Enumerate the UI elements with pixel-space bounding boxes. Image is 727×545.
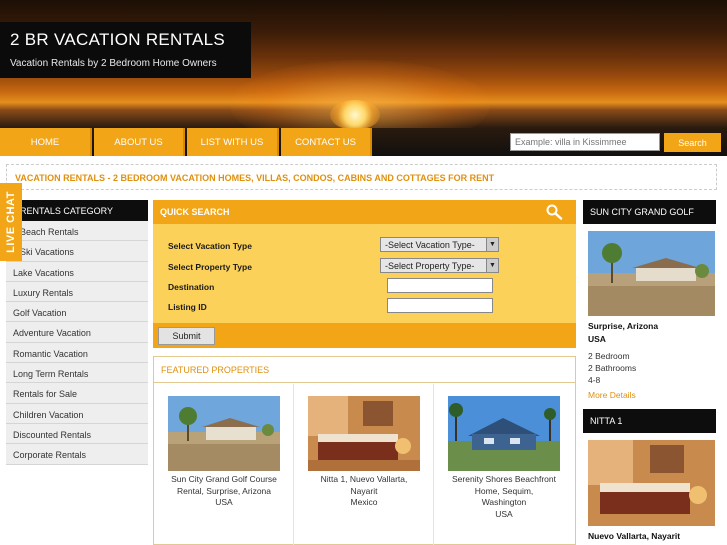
listing-country: USA bbox=[583, 334, 716, 344]
destination-label: Destination bbox=[168, 282, 215, 292]
sidebar-heading: RENTALS CATEGORY bbox=[6, 200, 148, 221]
vacation-type-select[interactable]: -Select Vacation Type- ▼ bbox=[380, 237, 499, 252]
caption-line: Nayarit bbox=[350, 485, 378, 496]
caption-line: Home, Sequim, bbox=[474, 485, 534, 496]
sidebar-item-adventure-vacation[interactable]: Adventure Vacation bbox=[6, 322, 148, 343]
live-chat-label: LIVE CHAT bbox=[5, 191, 17, 253]
site-subtitle: Vacation Rentals by 2 Bedroom Home Owner… bbox=[10, 58, 217, 69]
listing-country-text: USA bbox=[588, 334, 606, 344]
featured-heading: FEATURED PROPERTIES bbox=[154, 357, 575, 383]
property-caption[interactable]: Serenity Shores Beachfront Home, Sequim,… bbox=[440, 474, 568, 520]
search-button[interactable]: Search bbox=[664, 133, 721, 152]
listing-bedrooms: 2 Bedroom bbox=[588, 351, 630, 361]
property-type-value: -Select Property Type- bbox=[385, 261, 475, 271]
listing-photo[interactable] bbox=[588, 231, 715, 316]
sidebar-item-ski-vacations[interactable]: Ski Vacations bbox=[6, 241, 148, 262]
site-title-box[interactable]: 2 BR VACATION RENTALS Vacation Rentals b… bbox=[0, 22, 251, 78]
featured-properties: FEATURED PROPERTIES Sun City Grand Golf … bbox=[153, 356, 576, 545]
caption-line: Mexico bbox=[350, 497, 378, 507]
listing-id-field[interactable] bbox=[387, 298, 493, 313]
caption-line: Serenity Shores Beachfront bbox=[452, 474, 556, 484]
nav-contact-us[interactable]: CONTACT US bbox=[281, 128, 372, 156]
caption-line: USA bbox=[215, 497, 233, 507]
listing-heading[interactable]: NITTA 1 bbox=[583, 409, 716, 433]
property-caption[interactable]: Nitta 1, Nuevo Vallarta, Nayarit Mexico bbox=[300, 474, 428, 509]
sidebar-item-golf-vacation[interactable]: Golf Vacation bbox=[6, 302, 148, 323]
sidebar-item-corporate-rentals[interactable]: Corporate Rentals bbox=[6, 444, 148, 465]
property-photo[interactable] bbox=[448, 396, 560, 471]
listing-heading[interactable]: SUN CITY GRAND GOLF bbox=[583, 200, 716, 224]
quick-search-heading: QUICK SEARCH bbox=[153, 200, 576, 224]
dropdown-arrow-icon[interactable]: ▼ bbox=[486, 238, 498, 251]
property-photo[interactable] bbox=[168, 396, 280, 471]
page-tagline: VACATION RENTALS - 2 BEDROOM VACATION HO… bbox=[6, 164, 717, 190]
sun-image bbox=[330, 100, 380, 128]
vacation-type-value: -Select Vacation Type- bbox=[385, 240, 475, 250]
live-chat-tab[interactable]: LIVE CHAT bbox=[0, 183, 22, 261]
featured-card[interactable]: Sun City Grand Golf Course Rental, Surpr… bbox=[154, 384, 294, 545]
quick-search-footer bbox=[153, 323, 576, 348]
vacation-type-label: Select Vacation Type bbox=[168, 241, 252, 251]
dropdown-arrow-icon[interactable]: ▼ bbox=[486, 259, 498, 272]
caption-line: Sun City Grand Golf Course bbox=[171, 474, 277, 484]
listing-location-text: Nuevo Vallarta, Nayarit bbox=[588, 531, 681, 541]
listing-location: Nuevo Vallarta, Nayarit bbox=[583, 531, 716, 541]
sidebar-item-rentals-for-sale[interactable]: Rentals for Sale bbox=[6, 383, 148, 404]
header-banner: 2 BR VACATION RENTALS Vacation Rentals b… bbox=[0, 0, 727, 128]
nav-home[interactable]: HOME bbox=[0, 128, 92, 156]
caption-line: Nitta 1, Nuevo Vallarta, bbox=[320, 474, 408, 484]
featured-card[interactable]: Nitta 1, Nuevo Vallarta, Nayarit Mexico bbox=[294, 384, 434, 545]
site-title[interactable]: 2 BR VACATION RENTALS bbox=[10, 30, 241, 50]
search-input[interactable] bbox=[510, 133, 660, 151]
more-details-link[interactable]: More Details bbox=[583, 390, 716, 400]
property-type-label: Select Property Type bbox=[168, 262, 252, 272]
listing-sleeps: 4-8 bbox=[588, 375, 601, 385]
sidebar-item-children-vacation[interactable]: Children Vacation bbox=[6, 403, 148, 424]
sidebar-item-romantic-vacation[interactable]: Romantic Vacation bbox=[6, 342, 148, 364]
property-caption[interactable]: Sun City Grand Golf Course Rental, Surpr… bbox=[160, 474, 288, 509]
sidebar-item-long-term-rentals[interactable]: Long Term Rentals bbox=[6, 363, 148, 384]
listing-location: Surprise, Arizona bbox=[583, 321, 716, 331]
quick-search-panel: QUICK SEARCH Select Vacation Type -Selec… bbox=[153, 200, 576, 348]
sidebar-item-beach-rentals[interactable]: Beach Rentals bbox=[6, 221, 148, 242]
sidebar-item-lake-vacations[interactable]: Lake Vacations bbox=[6, 261, 148, 282]
right-column: SUN CITY GRAND GOLF Surprise, Arizona US… bbox=[583, 200, 716, 541]
search-icon[interactable] bbox=[545, 204, 563, 220]
listing-bathrooms: 2 Bathrooms bbox=[588, 363, 637, 373]
caption-line: Washington bbox=[481, 497, 527, 507]
listing-photo[interactable] bbox=[588, 440, 715, 526]
sidebar-item-luxury-rentals[interactable]: Luxury Rentals bbox=[6, 281, 148, 303]
featured-card[interactable]: Serenity Shores Beachfront Home, Sequim,… bbox=[434, 384, 574, 545]
destination-field[interactable] bbox=[387, 278, 493, 293]
property-type-select[interactable]: -Select Property Type- ▼ bbox=[380, 258, 499, 273]
category-sidebar: RENTALS CATEGORY Beach Rentals Ski Vacat… bbox=[6, 200, 148, 465]
sidebar-item-discounted-rentals[interactable]: Discounted Rentals bbox=[6, 423, 148, 445]
nav-list-with-us[interactable]: LIST WITH US bbox=[187, 128, 279, 156]
listing-id-label: Listing ID bbox=[168, 302, 207, 312]
nav-about-us[interactable]: ABOUT US bbox=[94, 128, 185, 156]
property-photo[interactable] bbox=[308, 396, 420, 471]
caption-line: USA bbox=[495, 508, 513, 519]
listing-location-text: Surprise, Arizona bbox=[588, 321, 659, 331]
caption-line: Rental, Surprise, Arizona bbox=[176, 485, 272, 496]
submit-button[interactable]: Submit bbox=[158, 327, 215, 345]
